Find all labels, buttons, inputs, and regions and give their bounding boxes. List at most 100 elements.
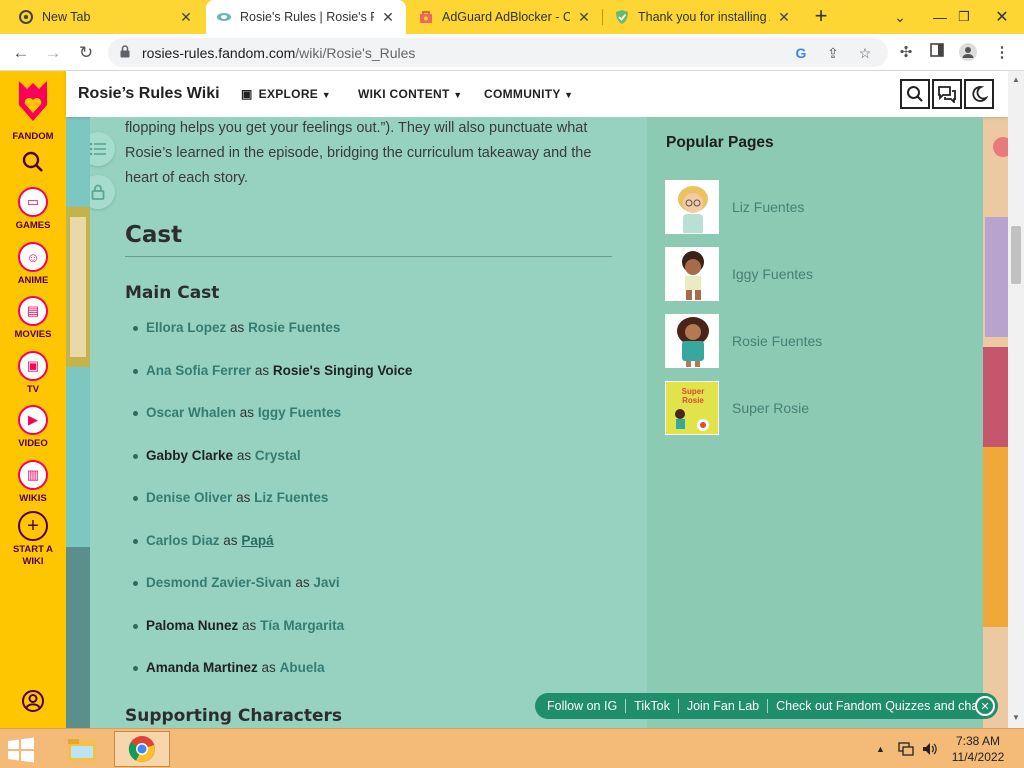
explore-icon: ▣ (241, 87, 253, 101)
system-clock[interactable]: 7:38 AM 11/4/2022 (940, 733, 1016, 765)
side-panel-icon[interactable] (927, 43, 947, 63)
actor-link[interactable]: Carlos Diaz (146, 533, 220, 548)
rail-item-video[interactable]: ▶ VIDEO (0, 405, 66, 450)
page-scrollbar[interactable]: ▲ ▼ (1008, 71, 1024, 728)
actor-link[interactable]: Oscar Whalen (146, 405, 236, 420)
close-icon[interactable]: ✕ (178, 9, 194, 26)
nav-explore[interactable]: ▣ EXPLORE ▼ (241, 87, 331, 101)
edit-protected-button[interactable] (90, 175, 115, 209)
nav-community[interactable]: COMMUNITY ▼ (484, 87, 573, 101)
new-tab-button[interactable]: + (808, 4, 834, 30)
chrome-icon (18, 9, 34, 25)
nav-wiki-content[interactable]: WIKI CONTENT ▼ (358, 87, 462, 101)
actor-link[interactable]: Ellora Lopez (146, 320, 226, 335)
actor-link[interactable]: Ana Sofia Ferrer (146, 363, 251, 378)
tiktok-link[interactable]: TikTok (626, 699, 679, 713)
kebab-menu-icon[interactable]: ⋮ (992, 43, 1012, 63)
rail-label: VIDEO (18, 438, 48, 449)
toc-button[interactable] (90, 132, 115, 166)
tab-adguard-webstore[interactable]: AdGuard AdBlocker - Ch ✕ (408, 0, 602, 34)
fandom-logo[interactable]: FANDOM (0, 79, 66, 143)
social-promo-bar: Follow on IG TikTok Join Fan Lab Check o… (535, 693, 998, 719)
role-link[interactable]: Abuela (280, 660, 325, 675)
actor-link[interactable]: Desmond Zavier-Sivan (146, 575, 292, 590)
anime-face-icon: ☺ (18, 242, 48, 272)
tab-rosies-rules[interactable]: Rosie's Rules | Rosie's Rul ✕ (206, 0, 406, 34)
heading-supporting-characters: Supporting Characters (125, 706, 343, 726)
restore-icon[interactable]: ❐ (944, 0, 984, 34)
close-icon[interactable]: ✕ (576, 9, 592, 26)
role-link[interactable]: Tía Margarita (260, 618, 344, 633)
rail-user-account[interactable] (0, 689, 66, 718)
volume-icon[interactable] (922, 729, 938, 768)
role-link[interactable]: Rosie Fuentes (248, 320, 340, 335)
rail-item-wikis[interactable]: ▥ WIKIS (0, 460, 66, 505)
wiki-search-button[interactable] (900, 79, 930, 109)
discussions-button[interactable] (932, 79, 962, 109)
rail-label: MOVIES (14, 329, 52, 340)
scrollbar-thumb[interactable] (1011, 226, 1021, 284)
popular-page-item[interactable]: Rosie Fuentes (665, 314, 965, 368)
taskbar-chrome[interactable] (114, 731, 170, 767)
search-icon (907, 86, 923, 102)
role-link[interactable]: Javi (313, 575, 339, 590)
windows-logo-icon (8, 737, 34, 763)
discussions-icon (938, 86, 956, 103)
scroll-down-arrow-icon[interactable]: ▼ (1008, 713, 1024, 722)
extensions-puzzle-icon[interactable]: ✣ (896, 43, 916, 63)
close-icon[interactable]: ✕ (975, 696, 995, 716)
forward-arrow-icon[interactable]: → (40, 40, 66, 66)
clapperboard-icon: ▤ (18, 296, 48, 326)
folder-icon (68, 739, 96, 761)
role-link[interactable]: Iggy Fuentes (258, 405, 341, 420)
rail-item-games[interactable]: ▭ GAMES (0, 187, 66, 232)
popular-page-label: Iggy Fuentes (732, 266, 813, 282)
caret-down-icon: ▼ (321, 90, 331, 100)
liz-fuentes-thumbnail (665, 180, 719, 234)
role-link[interactable]: Papá (241, 533, 273, 548)
taskbar-file-explorer[interactable] (54, 731, 110, 767)
rail-item-start-wiki[interactable]: + START A WIKI (0, 511, 66, 568)
back-arrow-icon[interactable]: ← (8, 40, 34, 66)
google-icon[interactable]: G (792, 44, 810, 62)
reload-icon[interactable]: ↻ (73, 40, 99, 66)
role-link[interactable]: Crystal (255, 448, 301, 463)
actor-link[interactable]: Denise Oliver (146, 490, 232, 505)
network-icon[interactable] (898, 729, 916, 768)
rail-item-tv[interactable]: ▣ TV (0, 351, 66, 396)
join-fan-lab-link[interactable]: Join Fan Lab (679, 699, 769, 713)
follow-ig-link[interactable]: Follow on IG (535, 699, 627, 713)
share-icon[interactable]: ⇪ (824, 44, 842, 62)
background-art-right (983, 117, 1013, 728)
role-text: Rosie's Singing Voice (272, 363, 413, 378)
bookmark-star-icon[interactable]: ☆ (856, 44, 874, 62)
profile-avatar-icon[interactable] (958, 43, 978, 63)
close-icon[interactable]: ✕ (776, 9, 792, 26)
close-icon[interactable]: ✕ (380, 9, 396, 26)
tab-adguard-thanks[interactable]: Thank you for installing A ✕ (604, 0, 802, 34)
show-hidden-icons[interactable]: ▲ (876, 729, 885, 768)
tab-new-tab[interactable]: New Tab ✕ (8, 0, 204, 34)
list-item: Carlos Diaz as Papá (133, 533, 274, 548)
start-button[interactable] (6, 737, 36, 763)
rail-item-anime[interactable]: ☺ ANIME (0, 242, 66, 287)
list-item: Denise Oliver as Liz Fuentes (132, 490, 328, 505)
tab-search-chevron-icon[interactable]: ⌄ (880, 0, 920, 34)
fandom-quizzes-link[interactable]: Check out Fandom Quizzes and cha (768, 699, 986, 713)
popular-page-item[interactable]: Liz Fuentes (665, 180, 965, 234)
wiki-title[interactable]: Rosie’s Rules Wiki (78, 85, 220, 103)
book-icon: ▥ (18, 460, 48, 490)
popular-page-item[interactable]: Super Rosie Super Rosie (665, 381, 965, 435)
table-of-contents-icon (90, 142, 106, 156)
role-link[interactable]: Liz Fuentes (254, 490, 328, 505)
window-close-icon[interactable]: ✕ (982, 0, 1022, 34)
caret-down-icon: ▼ (564, 90, 574, 100)
rail-search[interactable] (0, 150, 66, 179)
article-body: flopping helps you get your feelings out… (90, 117, 647, 728)
url-omnibox[interactable]: rosies-rules.fandom.com/wiki/Rosie's_Rul… (108, 38, 888, 67)
scroll-up-arrow-icon[interactable]: ▲ (1008, 75, 1024, 84)
rail-item-movies[interactable]: ▤ MOVIES (0, 296, 66, 341)
background-art-left (66, 117, 90, 728)
dark-mode-button[interactable] (964, 79, 994, 109)
popular-page-item[interactable]: Iggy Fuentes (665, 247, 965, 301)
